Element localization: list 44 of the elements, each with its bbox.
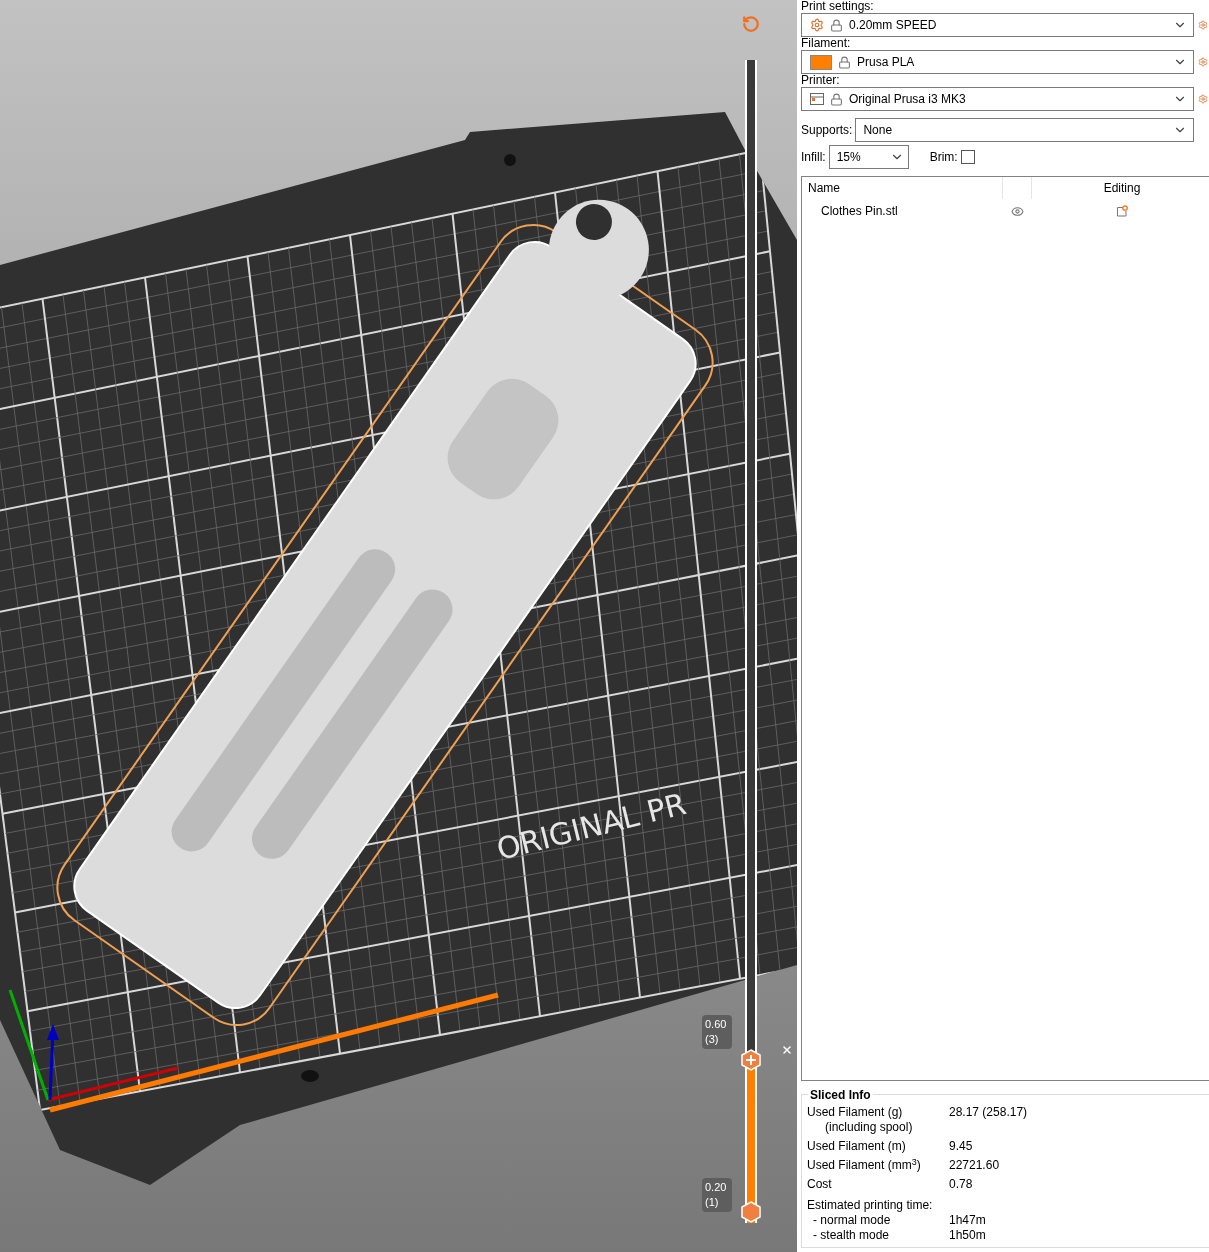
brim-label: Brim: [929,149,958,166]
info-label: - stealth mode [812,1228,891,1243]
info-value: 28.17 (258.17) [949,1105,1028,1121]
column-header[interactable]: Name [802,179,1002,197]
lower-thumb[interactable] [741,1201,761,1223]
info-value: 1h50m [949,1228,986,1243]
lock-icon [830,18,843,32]
infill-label: Infill: [801,149,826,166]
info-sublabel: (including spool) [824,1120,914,1135]
info-value: 1h47m [949,1213,986,1228]
gear-icon[interactable] [1198,20,1208,30]
infill-dropdown[interactable]: 15% [828,145,909,169]
object-name[interactable]: Clothes Pin.stl [802,202,1002,220]
close-icon[interactable] [781,1044,793,1056]
info-label: Estimated printing time: [807,1198,934,1213]
info-label: Used Filament (mm$^{3}$) [807,1158,922,1173]
info-label: Cost [807,1177,833,1192]
info-value: 0.78 [949,1177,973,1192]
lock-icon [830,92,843,106]
info-value: 9.45 [949,1139,973,1154]
supports-dropdown[interactable]: None [855,118,1195,142]
brim-checkbox[interactable] [960,150,975,164]
upper-thumb[interactable] [741,1049,761,1072]
gear-icon [810,18,824,32]
info-label: Used Filament (m) [807,1139,907,1154]
preset-label: Printer: [801,74,841,87]
info-label: - normal mode [812,1213,892,1228]
info-value: 22721.60 [949,1158,1000,1173]
column-header[interactable]: Editing [1032,179,1209,197]
preset-dropdown[interactable]: Original Prusa i3 MK3 [801,87,1194,111]
preset-label: Print settings: [801,0,875,13]
preset-dropdown[interactable]: Prusa PLA [801,50,1194,74]
preset-label: Filament: [801,37,852,50]
eye-icon[interactable] [1010,204,1024,218]
supports-label: Supports: [801,122,853,139]
upper-layer-label: 0.60 (3) [702,1015,732,1050]
edit-icon[interactable] [1116,205,1128,217]
info-label: Used Filament (g) [807,1105,904,1120]
gear-icon[interactable] [1198,94,1208,104]
printer-icon [810,93,824,105]
preset-dropdown[interactable]: 0.20mm SPEED [801,13,1194,37]
lower-layer-label: 0.20 (1) [702,1178,732,1212]
lock-icon [838,55,851,69]
gear-icon[interactable] [1198,57,1208,67]
